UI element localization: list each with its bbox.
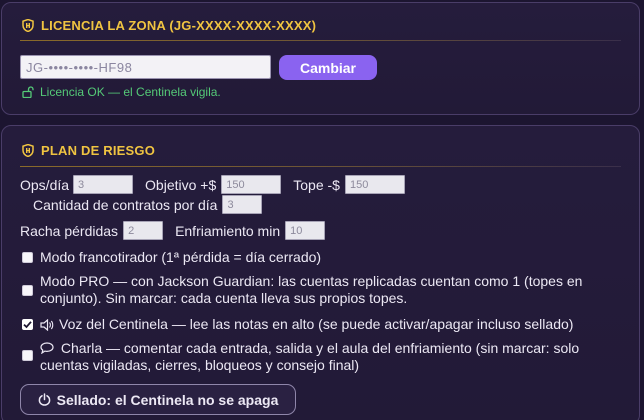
title-divider <box>20 166 621 167</box>
sealed-button[interactable]: Sellado: el Centinela no se apaga <box>20 384 296 415</box>
contracts-input[interactable] <box>222 195 263 214</box>
sniper-mode-option[interactable]: Modo francotirador (1ª pérdida = día cer… <box>22 249 625 266</box>
cooldown-label: Enfriamiento min <box>175 222 281 239</box>
contracts-label: Cantidad de contratos por día <box>33 196 218 213</box>
title-divider <box>20 40 621 41</box>
contracts-row: Cantidad de contratos por día <box>33 195 263 214</box>
power-icon <box>38 393 50 406</box>
license-title-text: LICENCIA LA ZONA (JG-XXXX-XXXX-XXXX) <box>41 18 317 33</box>
license-status-text: Licencia OK — el Centinela vigila. <box>40 85 221 99</box>
unlock-icon <box>22 86 34 98</box>
pro-mode-checkbox[interactable] <box>22 285 33 296</box>
streak-row: Racha pérdidas Enfriamiento min <box>20 221 326 240</box>
ops-per-day-input[interactable] <box>73 175 134 194</box>
voice-label: Voz del Centinela — lee las notas en alt… <box>59 316 574 332</box>
risk-plan-panel: PLAN DE RIESGO Ops/día Objetivo +$ Tope … <box>1 125 640 420</box>
risk-plan-title: PLAN DE RIESGO <box>22 143 155 158</box>
target-label: Objetivo +$ <box>145 176 217 193</box>
ops-per-day-label: Ops/día <box>20 176 70 193</box>
voice-option[interactable]: Voz del Centinela — lee las notas en alt… <box>22 316 625 333</box>
cap-label: Tope -$ <box>293 176 340 193</box>
license-title: LICENCIA LA ZONA (JG-XXXX-XXXX-XXXX) <box>22 18 316 33</box>
cap-input[interactable] <box>344 175 405 194</box>
chat-label: Charla — comentar cada entrada, salida y… <box>40 340 580 373</box>
sniper-mode-checkbox[interactable] <box>22 252 33 263</box>
license-panel: LICENCIA LA ZONA (JG-XXXX-XXXX-XXXX) Cam… <box>1 2 640 115</box>
cooldown-input[interactable] <box>285 221 326 240</box>
voice-checkbox[interactable] <box>22 319 33 330</box>
shield-icon <box>22 144 34 157</box>
checkmark-icon <box>23 321 32 329</box>
license-key-input[interactable] <box>20 55 271 79</box>
license-status: Licencia OK — el Centinela vigila. <box>22 85 221 99</box>
speaker-icon <box>40 318 54 331</box>
target-input[interactable] <box>221 175 282 194</box>
chat-checkbox[interactable] <box>22 350 33 361</box>
risk-plan-title-text: PLAN DE RIESGO <box>41 143 156 158</box>
limits-row: Ops/día Objetivo +$ Tope -$ <box>20 175 405 194</box>
loss-streak-label: Racha pérdidas <box>20 222 119 239</box>
change-license-button[interactable]: Cambiar <box>279 55 377 80</box>
speech-bubble-icon <box>40 342 54 355</box>
shield-icon <box>22 19 34 32</box>
chat-option[interactable]: Charla — comentar cada entrada, salida y… <box>22 340 625 374</box>
pro-mode-option[interactable]: Modo PRO — con Jackson Guardian: las cue… <box>22 273 625 307</box>
pro-mode-label: Modo PRO — con Jackson Guardian: las cue… <box>40 273 583 306</box>
loss-streak-input[interactable] <box>123 221 164 240</box>
sealed-button-label: Sellado: el Centinela no se apaga <box>56 391 279 408</box>
sniper-mode-label: Modo francotirador (1ª pérdida = día cer… <box>40 249 322 265</box>
